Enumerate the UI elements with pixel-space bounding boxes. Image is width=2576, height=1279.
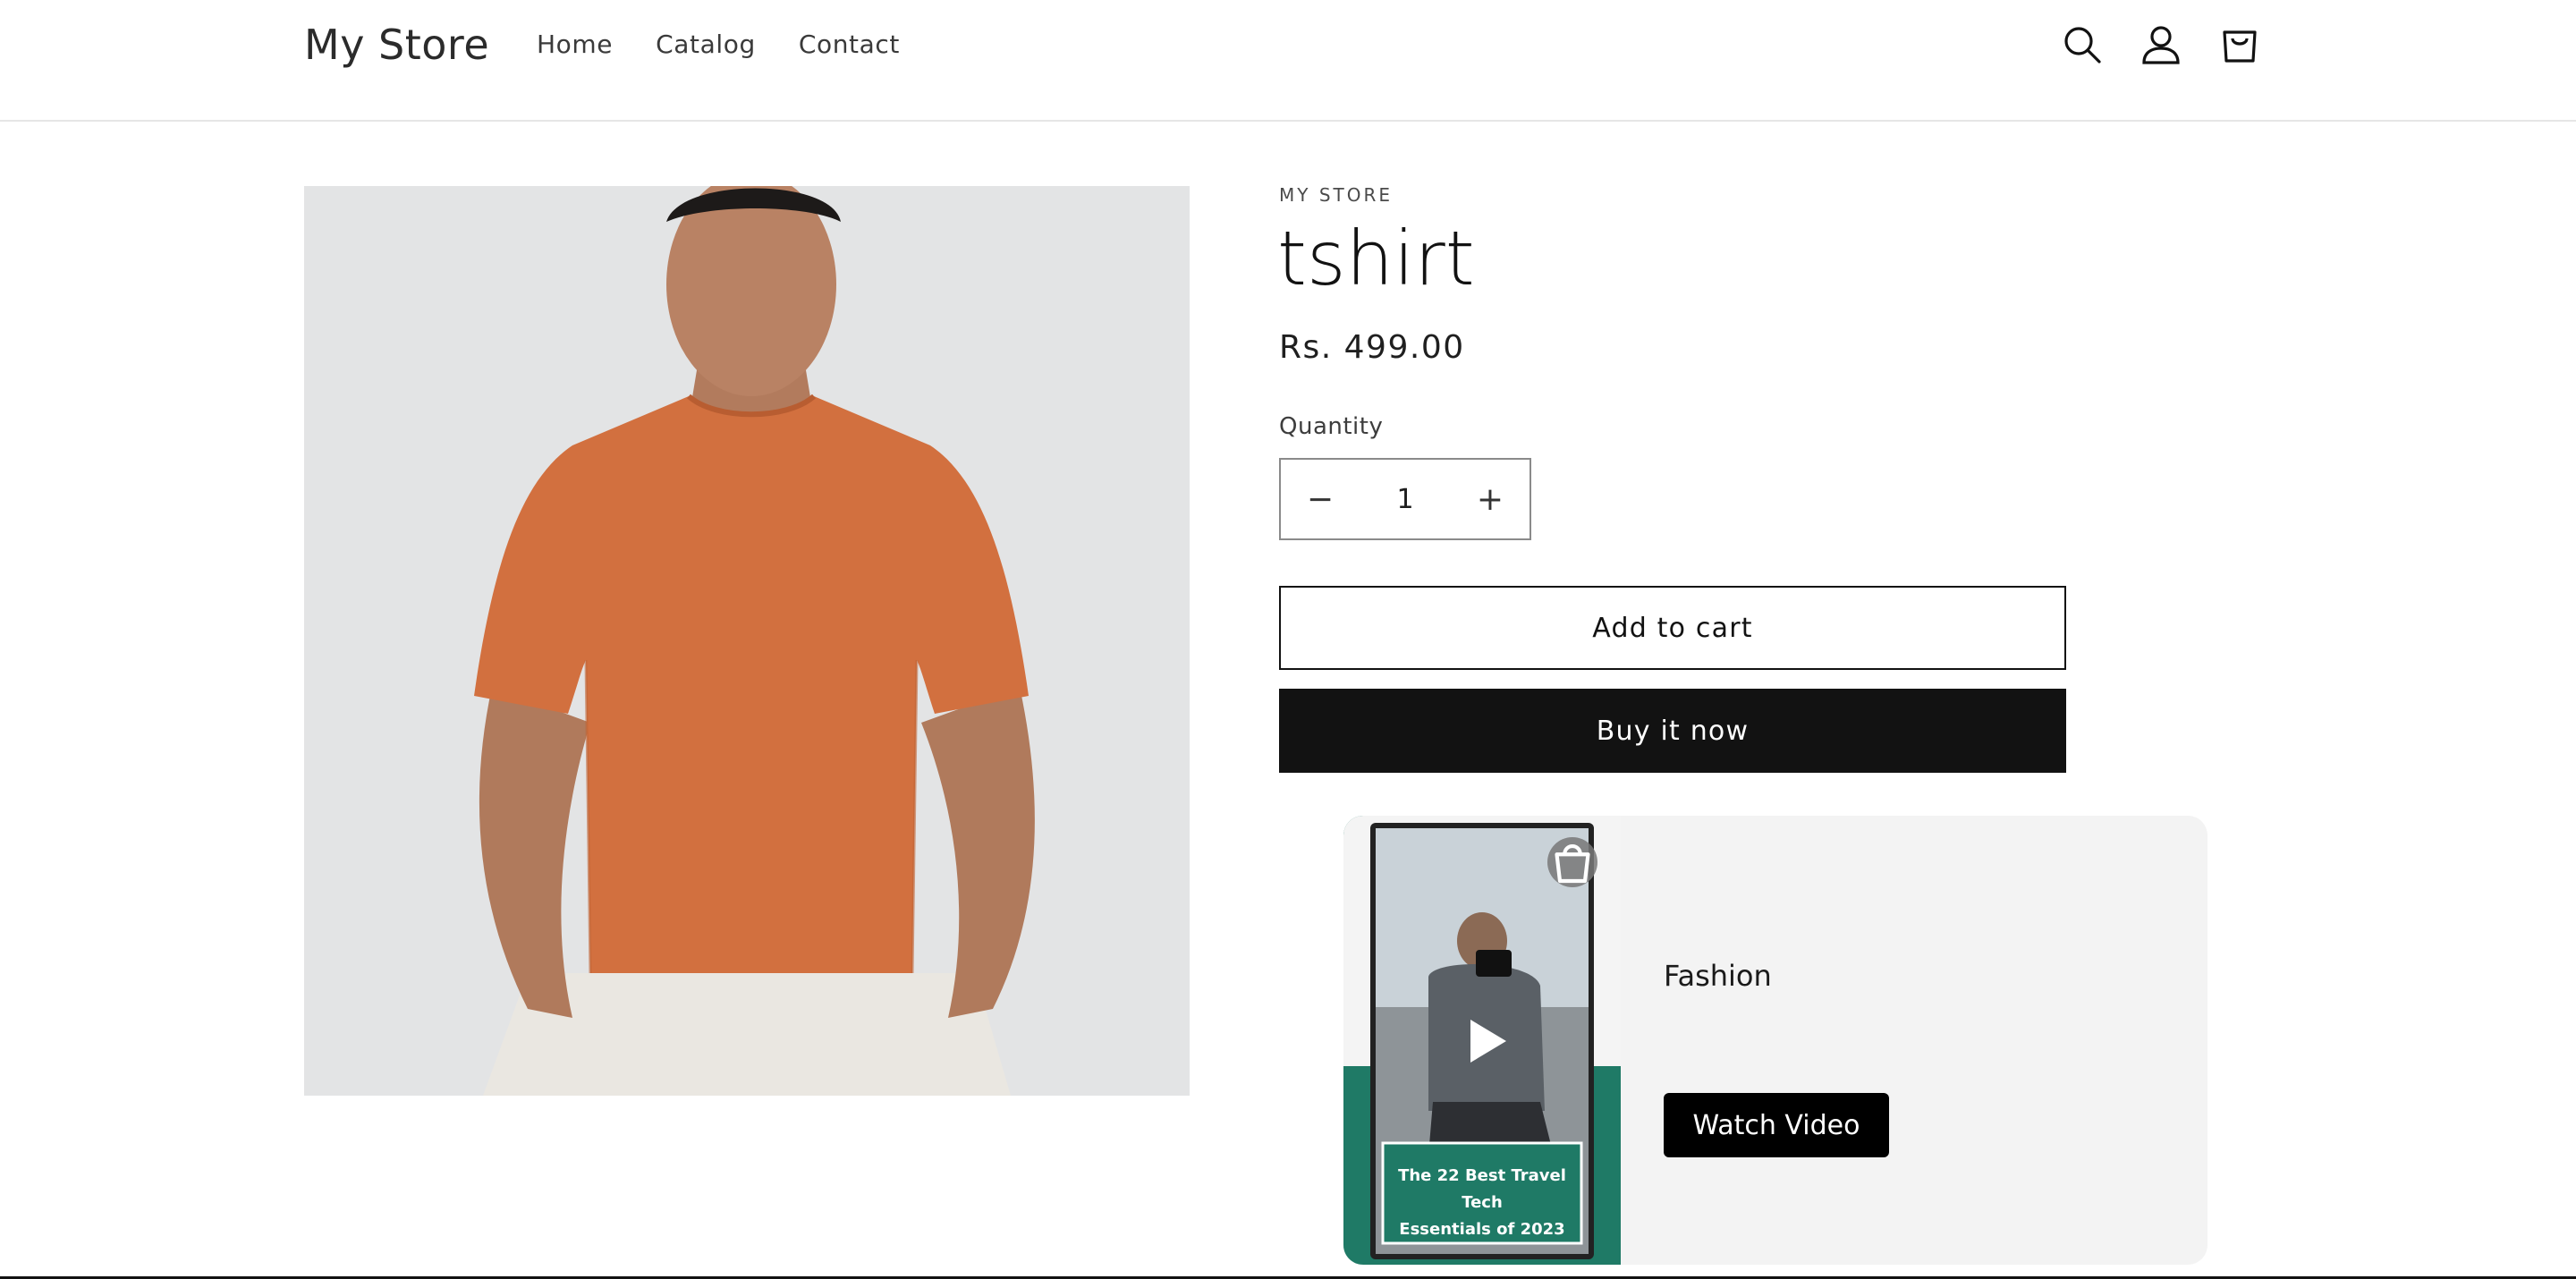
- tshirt-photo: [304, 186, 1190, 1096]
- product-title: tshirt: [1277, 215, 1475, 302]
- buy-now-button[interactable]: Buy it now: [1279, 689, 2066, 773]
- site-header: My Store Home Catalog Contact: [0, 0, 2576, 122]
- store-logo[interactable]: My Store: [304, 16, 489, 73]
- shopping-bag-icon[interactable]: [1547, 837, 1597, 887]
- quantity-increase-button[interactable]: +: [1451, 460, 1530, 538]
- add-to-cart-button[interactable]: Add to cart: [1279, 586, 2066, 670]
- product-price: Rs. 499.00: [1279, 329, 1465, 366]
- watch-video-button[interactable]: Watch Video: [1664, 1093, 1889, 1157]
- thumbnail-caption: The 22 Best Travel Tech Essentials of 20…: [1398, 1166, 1566, 1239]
- quantity-decrease-button[interactable]: −: [1281, 460, 1360, 538]
- cart-icon[interactable]: [2215, 20, 2265, 70]
- play-icon[interactable]: [1460, 1014, 1513, 1068]
- video-card: The 22 Best Travel Tech Essentials of 20…: [1343, 816, 2207, 1265]
- quantity-label: Quantity: [1279, 413, 1384, 440]
- product-image[interactable]: [304, 186, 1190, 1096]
- quantity-input[interactable]: [1360, 459, 1451, 539]
- video-card-title: Fashion: [1664, 959, 1772, 993]
- nav-catalog[interactable]: Catalog: [656, 27, 756, 63]
- main-nav: Home Catalog Contact: [537, 27, 900, 63]
- search-icon[interactable]: [2057, 20, 2107, 70]
- account-icon[interactable]: [2136, 20, 2186, 70]
- nav-home[interactable]: Home: [537, 27, 613, 63]
- quantity-stepper: − +: [1279, 458, 1531, 540]
- video-thumbnail[interactable]: The 22 Best Travel Tech Essentials of 20…: [1343, 816, 1621, 1265]
- product-vendor: MY STORE: [1279, 184, 1394, 206]
- nav-contact[interactable]: Contact: [799, 27, 900, 63]
